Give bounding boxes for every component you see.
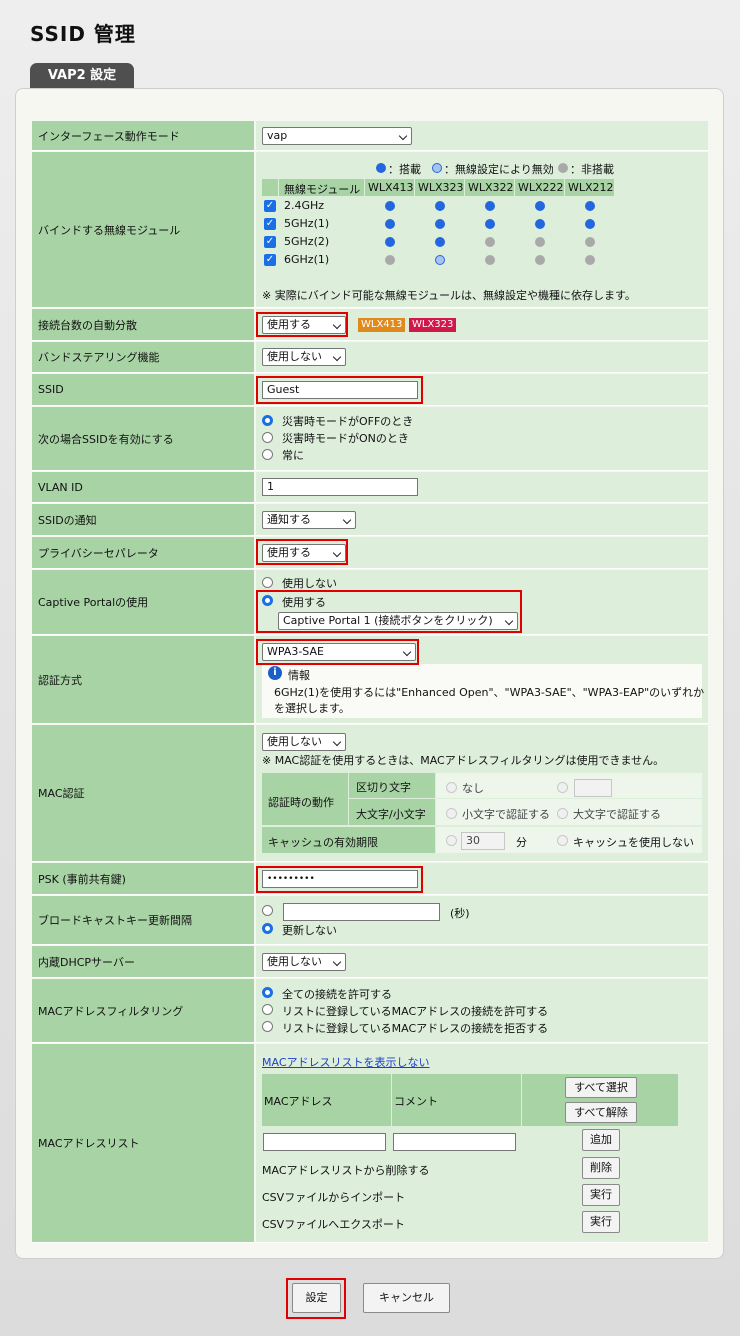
separator-input[interactable] [574, 779, 612, 797]
module-checkbox-24ghz[interactable]: ✓ [264, 200, 276, 212]
label-enable-ssid: 次の場合SSIDを有効にする [32, 407, 254, 470]
info-icon: i [268, 666, 282, 680]
highlight-auth-method [256, 639, 419, 665]
legend-on-icon [376, 163, 386, 173]
header-wlx322: WLX322 [468, 181, 514, 194]
label-vlan-id: VLAN ID [32, 472, 254, 502]
interface-mode-select[interactable]: vap [262, 127, 412, 145]
header-module: 無線モジュール [284, 183, 361, 196]
radio-always[interactable] [262, 449, 273, 460]
label-mac-filter: MACアドレスフィルタリング [32, 979, 254, 1042]
mac-auth-select[interactable]: 使用しない [262, 733, 346, 751]
row-ssid-notify: SSIDの通知 通知する [32, 504, 708, 536]
tab-vap2-settings[interactable]: VAP2 設定 [30, 63, 134, 88]
header-wlx212: WLX212 [568, 181, 614, 194]
ssid-notify-select[interactable]: 通知する [262, 511, 356, 529]
module-checkbox-5ghz2[interactable]: ✓ [264, 236, 276, 248]
row-auto-distribution: 接続台数の自動分散 使用する WLX413 WLX323 [32, 309, 708, 341]
deselect-all-button[interactable]: すべて解除 [565, 1102, 637, 1123]
radio-disaster-off[interactable] [262, 415, 273, 426]
header-wlx323: WLX323 [418, 181, 464, 194]
radio-deny-listed[interactable] [262, 1021, 273, 1032]
comment-input[interactable] [393, 1133, 516, 1151]
export-button[interactable]: 実行 [582, 1211, 620, 1233]
label-privacy-separator: プライバシーセパレータ [32, 537, 254, 568]
radio-case-lower[interactable] [446, 808, 457, 819]
label-dhcp: 内蔵DHCPサーバー [32, 946, 254, 977]
page-title: SSID 管理 [30, 22, 136, 46]
row-vlan-id: VLAN ID 1 [32, 472, 708, 503]
label-bind-modules: バインドする無線モジュール [32, 152, 254, 307]
row-band-steering: バンドステアリング機能 使用しない [32, 342, 708, 373]
badge-wlx323: WLX323 [409, 318, 457, 332]
vlan-id-input[interactable]: 1 [262, 478, 418, 496]
row-interface-mode: インターフェース動作モード vap [32, 121, 708, 151]
radio-sep-none[interactable] [446, 782, 457, 793]
highlight-privacy-separator [256, 539, 348, 565]
label-psk: PSK (事前共有鍵) [32, 863, 254, 894]
row-bind-modules: バインドする無線モジュール ：搭載 ：無線設定により無効 ：非搭載 無線モジュー… [32, 152, 708, 308]
row-privacy-separator: プライバシーセパレータ 使用する [32, 537, 708, 569]
row-mac-list: MACアドレスリスト MACアドレスリストを表示しない MACアドレス コメント… [32, 1044, 708, 1243]
radio-case-upper[interactable] [557, 808, 568, 819]
radio-cache-expiry[interactable] [446, 835, 457, 846]
row-enable-ssid: 次の場合SSIDを有効にする 災害時モードがOFFのとき 災害時モードがONのと… [32, 407, 708, 471]
badge-wlx413: WLX413 [358, 318, 406, 332]
radio-allow-listed[interactable] [262, 1004, 273, 1015]
radio-allow-all[interactable] [262, 987, 273, 998]
mac-address-input[interactable] [263, 1133, 386, 1151]
radio-cache-none[interactable] [557, 835, 568, 846]
label-auth-method: 認証方式 [32, 636, 254, 723]
radio-broadcast-interval[interactable] [262, 905, 273, 916]
dhcp-select[interactable]: 使用しない [262, 953, 346, 971]
header-wlx222: WLX222 [518, 181, 564, 194]
toggle-mac-list-link[interactable]: MACアドレスリストを表示しない [262, 1054, 430, 1070]
row-mac-filter: MACアドレスフィルタリング 全ての接続を許可する リストに登録しているMACア… [32, 979, 708, 1043]
label-mac-list: MACアドレスリスト [32, 1044, 254, 1242]
broadcast-interval-input[interactable] [283, 903, 440, 921]
module-checkbox-6ghz1[interactable]: ✓ [264, 254, 276, 266]
label-captive-portal: Captive Portalの使用 [32, 570, 254, 634]
highlight-auto-distribution [256, 312, 348, 337]
legend-off-icon [558, 163, 568, 173]
radio-captive-off[interactable] [262, 577, 273, 588]
label-ssid: SSID [32, 374, 254, 405]
label-band-steering: バンドステアリング機能 [32, 342, 254, 372]
highlight-ssid [256, 376, 423, 404]
label-broadcast-key: ブロードキャストキー更新間隔 [32, 896, 254, 944]
select-all-button[interactable]: すべて選択 [565, 1077, 637, 1098]
add-button[interactable]: 追加 [582, 1129, 620, 1151]
row-dhcp: 内蔵DHCPサーバー 使用しない [32, 946, 708, 978]
radio-disaster-on[interactable] [262, 432, 273, 443]
row-broadcast-key: ブロードキャストキー更新間隔 (秒) 更新しない [32, 896, 708, 945]
radio-no-update[interactable] [262, 923, 273, 934]
header-wlx413: WLX413 [368, 181, 414, 194]
label-ssid-notify: SSIDの通知 [32, 504, 254, 535]
radio-sep-custom[interactable] [557, 782, 568, 793]
label-auto-distribution: 接続台数の自動分散 [32, 309, 254, 340]
highlight-psk [256, 866, 423, 893]
module-checkbox-5ghz1[interactable]: ✓ [264, 218, 276, 230]
bind-note: ※ 実際にバインド可能な無線モジュールは、無線設定や機種に依存します。 [262, 289, 636, 302]
label-interface-mode: インターフェース動作モード [32, 121, 254, 150]
highlight-captive-portal [256, 590, 522, 633]
cancel-button[interactable]: キャンセル [363, 1283, 450, 1313]
label-mac-auth: MAC認証 [32, 725, 254, 861]
legend-disabled-icon [432, 163, 442, 173]
cache-expiry-input[interactable]: 30 [461, 832, 505, 850]
import-button[interactable]: 実行 [582, 1184, 620, 1206]
band-steering-select[interactable]: 使用しない [262, 348, 346, 366]
row-mac-auth: MAC認証 使用しない ※ MAC認証を使用するときは、MACアドレスフィルタリ… [32, 725, 708, 862]
delete-button[interactable]: 削除 [582, 1157, 620, 1179]
highlight-submit [286, 1278, 346, 1319]
